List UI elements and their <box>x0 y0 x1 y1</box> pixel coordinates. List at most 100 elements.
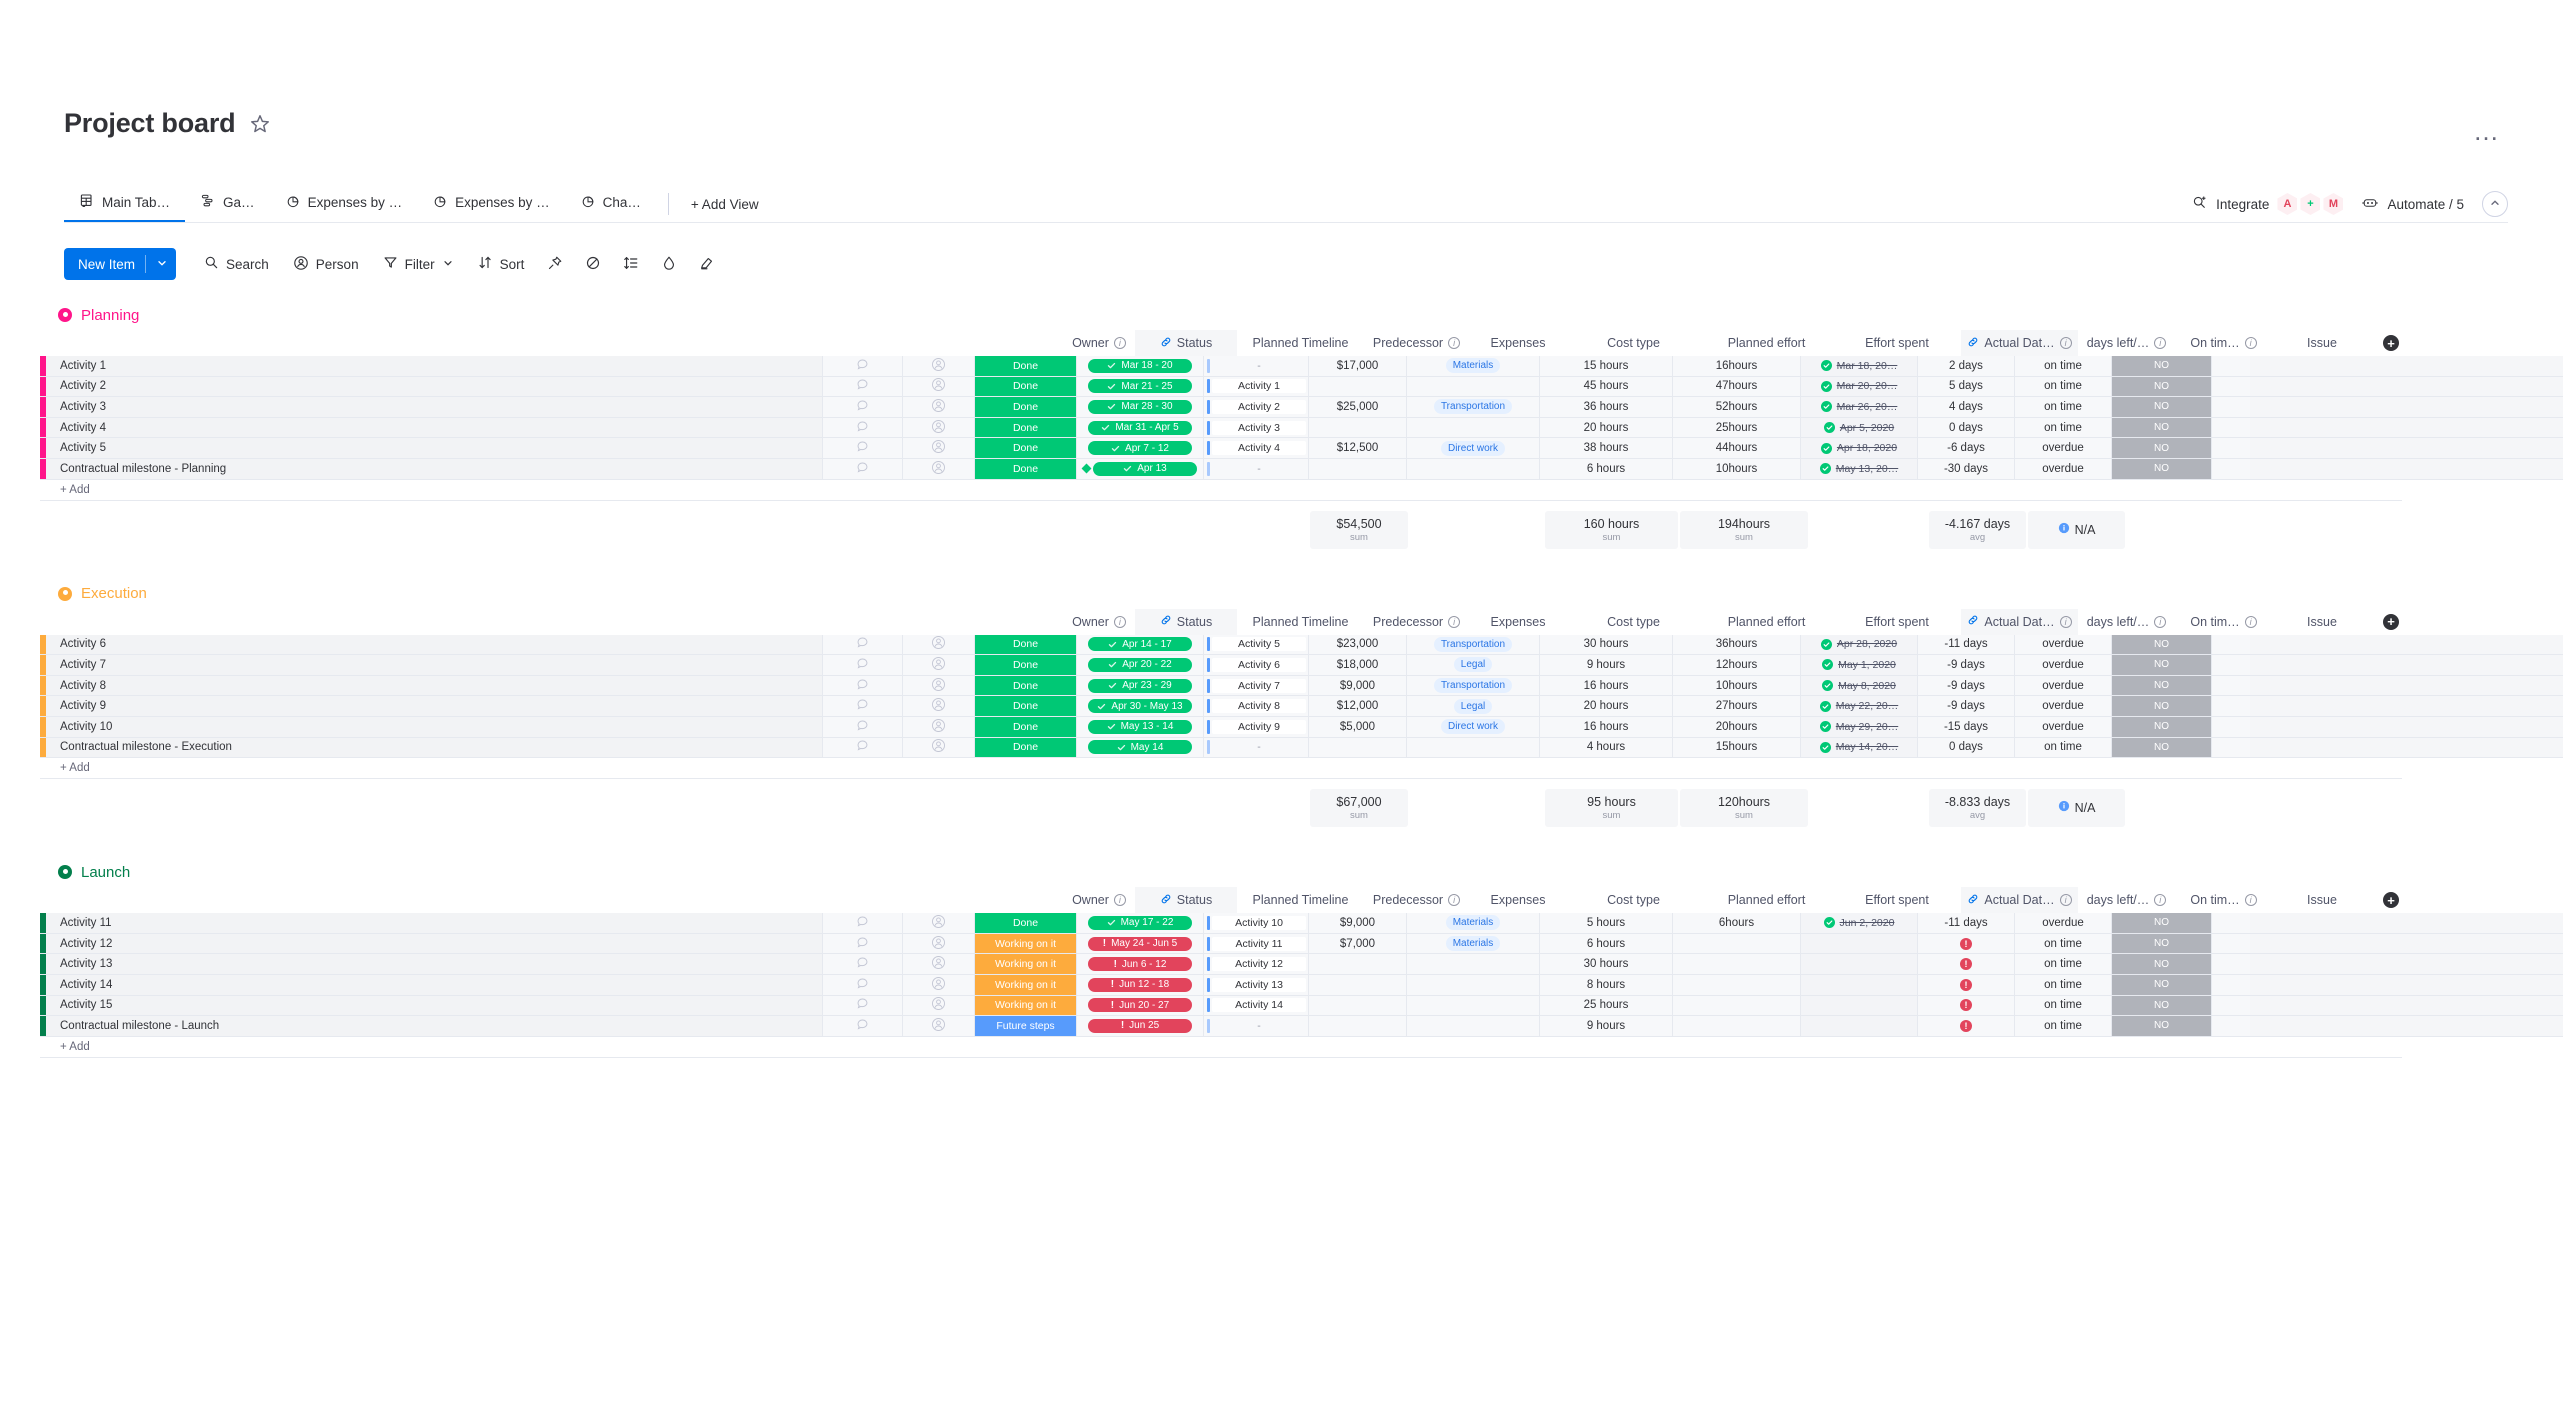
row-owner-avatar[interactable] <box>903 738 975 758</box>
row-effort-spent-cell[interactable] <box>1673 1016 1801 1036</box>
automate-button[interactable]: Automate / 5 <box>2361 194 2464 215</box>
column-header-timeline[interactable]: Planned Timeline <box>1237 615 1364 629</box>
column-header-daysleft[interactable]: days left/…i <box>2078 893 2175 907</box>
row-planned-effort-cell[interactable]: 38 hours <box>1540 438 1673 458</box>
row-planned-effort-cell[interactable]: 30 hours <box>1540 635 1673 655</box>
row-effort-spent-cell[interactable]: 20hours <box>1673 717 1801 737</box>
info-icon[interactable]: i <box>2154 616 2166 628</box>
row-actual-date-cell[interactable] <box>1801 1016 1918 1036</box>
row-item-name[interactable]: Activity 1 <box>46 356 823 376</box>
row-predecessor-cell[interactable]: Activity 6 <box>1204 655 1309 675</box>
row-actual-date-cell[interactable]: May 22, 20… <box>1801 696 1918 716</box>
row-expenses-cell[interactable] <box>1309 954 1407 974</box>
row-cost-type-cell[interactable]: Materials <box>1407 934 1540 954</box>
row-timeline-cell[interactable]: Apr 14 - 17 <box>1077 635 1204 655</box>
row-expenses-cell[interactable] <box>1309 996 1407 1016</box>
column-header-issue[interactable]: Issue <box>2272 893 2372 907</box>
row-actual-date-cell[interactable]: May 29, 20… <box>1801 717 1918 737</box>
row-actual-date-cell[interactable]: Apr 28, 2020 <box>1801 635 1918 655</box>
row-issue-cell[interactable]: NO <box>2112 377 2212 397</box>
row-timeline-cell[interactable]: Apr 30 - May 13 <box>1077 696 1204 716</box>
row-planned-effort-cell[interactable]: 6 hours <box>1540 934 1673 954</box>
info-icon[interactable]: i <box>2245 337 2257 349</box>
row-timeline-cell[interactable]: Mar 18 - 20 <box>1077 356 1204 376</box>
row-expenses-cell[interactable] <box>1309 975 1407 995</box>
row-actual-date-cell[interactable]: Mar 18, 20… <box>1801 356 1918 376</box>
row-owner-avatar[interactable] <box>903 377 975 397</box>
row-item-name[interactable]: Activity 11 <box>46 913 823 933</box>
row-item-name[interactable]: Activity 15 <box>46 996 823 1016</box>
table-row[interactable]: Activity 12Working on it!May 24 - Jun 5A… <box>40 934 2563 955</box>
row-issue-cell[interactable]: NO <box>2112 696 2212 716</box>
row-predecessor-cell[interactable]: Activity 8 <box>1204 696 1309 716</box>
row-issue-cell[interactable]: NO <box>2112 975 2212 995</box>
row-cost-type-cell[interactable]: Transportation <box>1407 635 1540 655</box>
row-effort-spent-cell[interactable]: 10hours <box>1673 676 1801 696</box>
row-effort-spent-cell[interactable]: 27hours <box>1673 696 1801 716</box>
info-icon[interactable]: i <box>2154 337 2166 349</box>
column-header-planned[interactable]: Planned effort <box>1700 615 1833 629</box>
row-effort-spent-cell[interactable]: 47hours <box>1673 377 1801 397</box>
tab-gantt[interactable]: Ga… <box>185 185 270 223</box>
row-owner-avatar[interactable] <box>903 418 975 438</box>
table-row[interactable]: Activity 7DoneApr 20 - 22Activity 6$18,0… <box>40 655 2563 676</box>
row-status-cell[interactable]: Done <box>975 459 1077 479</box>
row-planned-effort-cell[interactable]: 45 hours <box>1540 377 1673 397</box>
row-timeline-cell[interactable]: !Jun 12 - 18 <box>1077 975 1204 995</box>
add-column-button[interactable]: + <box>2372 614 2410 630</box>
info-icon[interactable]: i <box>1448 616 1460 628</box>
row-expenses-cell[interactable]: $25,000 <box>1309 397 1407 417</box>
row-expenses-cell[interactable]: $7,000 <box>1309 934 1407 954</box>
row-owner-avatar[interactable] <box>903 655 975 675</box>
table-row[interactable]: Activity 13Working on it!Jun 6 - 12Activ… <box>40 954 2563 975</box>
row-actual-date-cell[interactable]: May 8, 2020 <box>1801 676 1918 696</box>
row-actual-date-cell[interactable]: Mar 26, 20… <box>1801 397 1918 417</box>
row-actual-date-cell[interactable]: May 13, 20… <box>1801 459 1918 479</box>
row-predecessor-cell[interactable]: Activity 13 <box>1204 975 1309 995</box>
row-effort-spent-cell[interactable]: 6hours <box>1673 913 1801 933</box>
row-status-cell[interactable]: Done <box>975 377 1077 397</box>
board-more-menu-button[interactable]: … <box>2473 126 2501 136</box>
row-predecessor-cell[interactable]: Activity 7 <box>1204 676 1309 696</box>
column-header-actual[interactable]: Actual Dat…i <box>1961 609 2078 635</box>
row-actual-date-cell[interactable]: Apr 5, 2020 <box>1801 418 1918 438</box>
table-row[interactable]: Activity 1DoneMar 18 - 20-$17,000Materia… <box>40 356 2563 377</box>
info-icon[interactable]: i <box>2060 337 2072 349</box>
row-cost-type-cell[interactable]: Materials <box>1407 913 1540 933</box>
add-item-row[interactable]: + Add <box>40 1037 2402 1058</box>
row-planned-effort-cell[interactable]: 8 hours <box>1540 975 1673 995</box>
column-header-actual[interactable]: Actual Dat…i <box>1961 887 2078 913</box>
row-status-cell[interactable]: Done <box>975 438 1077 458</box>
column-header-spent[interactable]: Effort spent <box>1833 615 1961 629</box>
row-timeline-cell[interactable]: Mar 21 - 25 <box>1077 377 1204 397</box>
column-header-actual[interactable]: Actual Dat…i <box>1961 330 2078 356</box>
integrate-button[interactable]: Integrate A + M <box>2191 193 2343 215</box>
row-issue-cell[interactable]: NO <box>2112 655 2212 675</box>
row-cost-type-cell[interactable]: Materials <box>1407 356 1540 376</box>
column-header-ontime[interactable]: On tim…i <box>2175 893 2272 907</box>
row-predecessor-cell[interactable]: Activity 9 <box>1204 717 1309 737</box>
row-timeline-cell[interactable]: Mar 31 - Apr 5 <box>1077 418 1204 438</box>
row-planned-effort-cell[interactable]: 16 hours <box>1540 676 1673 696</box>
row-predecessor-cell[interactable]: Activity 12 <box>1204 954 1309 974</box>
row-status-cell[interactable]: Done <box>975 696 1077 716</box>
row-cost-type-cell[interactable]: Legal <box>1407 655 1540 675</box>
row-expenses-cell[interactable]: $17,000 <box>1309 356 1407 376</box>
row-timeline-cell[interactable]: !Jun 20 - 27 <box>1077 996 1204 1016</box>
row-issue-cell[interactable]: NO <box>2112 913 2212 933</box>
group-title[interactable]: Planning <box>40 300 2563 330</box>
row-height-button[interactable] <box>614 249 648 279</box>
row-planned-effort-cell[interactable]: 20 hours <box>1540 696 1673 716</box>
row-issue-cell[interactable]: NO <box>2112 397 2212 417</box>
info-icon[interactable]: i <box>1114 894 1126 906</box>
row-owner-avatar[interactable] <box>903 676 975 696</box>
row-chat-button[interactable] <box>823 655 903 675</box>
row-actual-date-cell[interactable] <box>1801 975 1918 995</box>
row-chat-button[interactable] <box>823 418 903 438</box>
column-header-daysleft[interactable]: days left/…i <box>2078 615 2175 629</box>
column-header-status[interactable]: Status <box>1135 609 1237 635</box>
row-effort-spent-cell[interactable] <box>1673 996 1801 1016</box>
row-item-name[interactable]: Contractual milestone - Execution <box>46 738 823 758</box>
table-row[interactable]: Activity 3DoneMar 28 - 30Activity 2$25,0… <box>40 397 2563 418</box>
pin-button[interactable] <box>538 249 572 279</box>
